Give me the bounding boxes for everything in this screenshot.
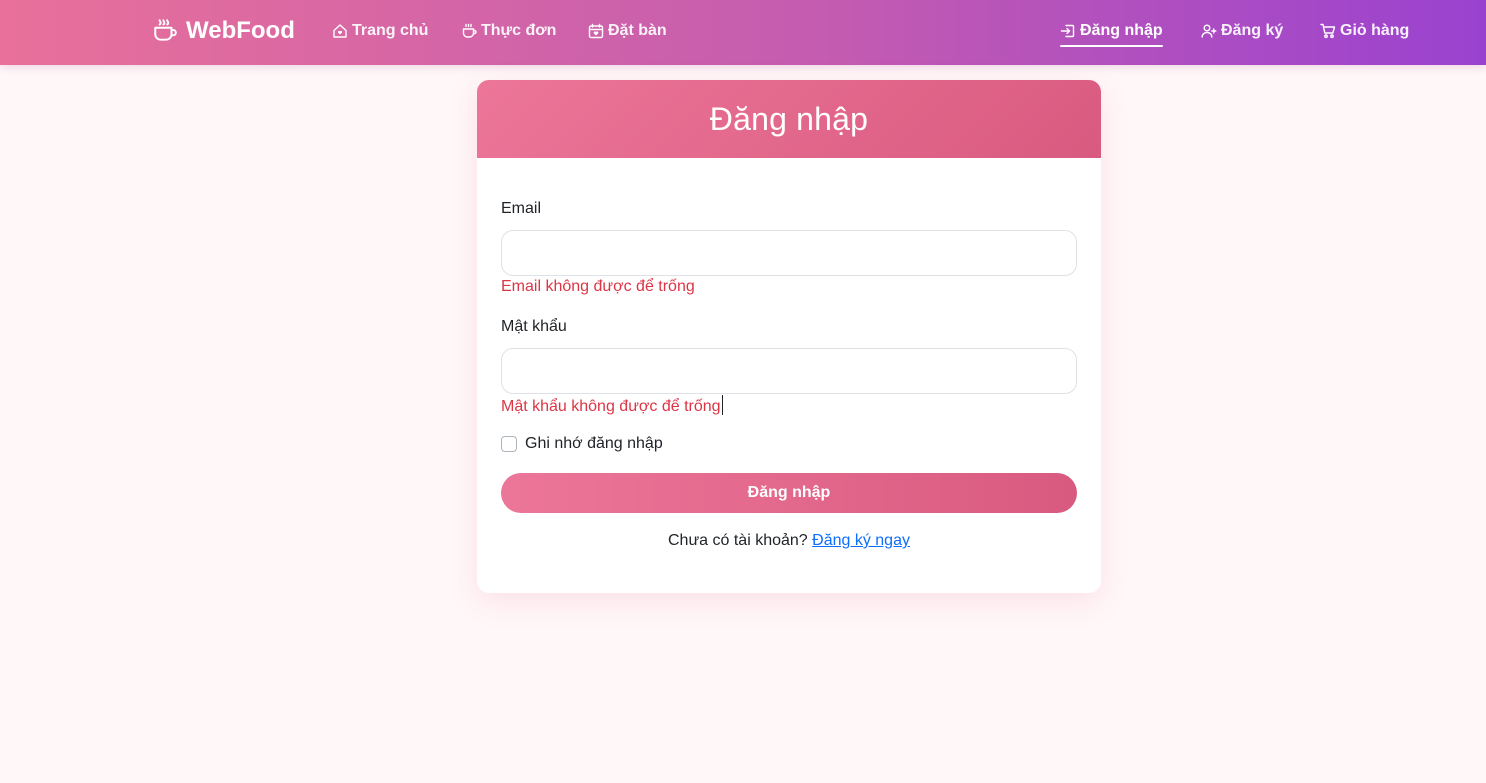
signup-prompt-line: Chưa có tài khoản? Đăng ký ngay xyxy=(477,532,1101,550)
email-field[interactable] xyxy=(501,230,1077,276)
email-error: Email không được để trống xyxy=(501,278,695,295)
remember-me[interactable]: Ghi nhớ đăng nhập xyxy=(501,435,663,453)
email-label: Email xyxy=(501,200,542,217)
nav-link-login[interactable]: Đăng nhập xyxy=(1060,18,1163,47)
nav-link-home-label: Trang chủ xyxy=(352,22,429,39)
cart-icon xyxy=(1320,23,1336,39)
signup-link[interactable]: Đăng ký ngay xyxy=(812,532,910,549)
nav-link-menu-label: Thực đơn xyxy=(481,22,557,39)
calendar-heart-icon xyxy=(588,23,604,39)
nav-link-home[interactable]: Trang chủ xyxy=(332,18,428,44)
nav-link-cart-label: Giỏ hàng xyxy=(1340,22,1410,39)
login-submit-button[interactable]: Đăng nhập xyxy=(501,473,1077,513)
remember-me-checkbox[interactable] xyxy=(501,436,517,452)
login-title: Đăng nhập xyxy=(709,100,869,137)
remember-me-label: Ghi nhớ đăng nhập xyxy=(525,435,663,452)
login-card: Đăng nhập Email Email không được để trốn… xyxy=(477,80,1101,593)
cup-hot-icon xyxy=(462,23,477,38)
brand-logo-link[interactable]: WebFood xyxy=(152,14,295,48)
house-heart-icon xyxy=(333,24,347,38)
nav-link-menu[interactable]: Thực đơn xyxy=(461,18,556,44)
nav-link-login-label: Đăng nhập xyxy=(1080,22,1163,39)
coffee-cup-icon xyxy=(154,19,177,41)
nav-link-booking[interactable]: Đặt bàn xyxy=(588,18,667,44)
password-error-text: Mật khẩu không được để trống xyxy=(501,398,721,415)
password-label: Mật khẩu xyxy=(501,318,567,335)
person-plus-icon xyxy=(1201,24,1217,38)
password-field[interactable] xyxy=(501,348,1077,394)
signup-prompt: Chưa có tài khoản? xyxy=(668,532,808,549)
nav-link-booking-label: Đặt bàn xyxy=(608,22,667,39)
nav-link-cart[interactable]: Giỏ hàng xyxy=(1320,18,1409,44)
box-arrow-in-right-icon xyxy=(1060,24,1075,38)
login-card-header: Đăng nhập xyxy=(477,80,1101,158)
password-error: Mật khẩu không được để trống xyxy=(501,395,723,416)
brand-name: WebFood xyxy=(186,17,295,44)
nav-link-register[interactable]: Đăng ký xyxy=(1201,18,1283,44)
text-cursor xyxy=(721,395,723,415)
nav-link-register-label: Đăng ký xyxy=(1221,22,1284,39)
top-navbar: WebFood Trang chủ Thực đơn Đặt bàn Đăng xyxy=(0,0,1486,65)
